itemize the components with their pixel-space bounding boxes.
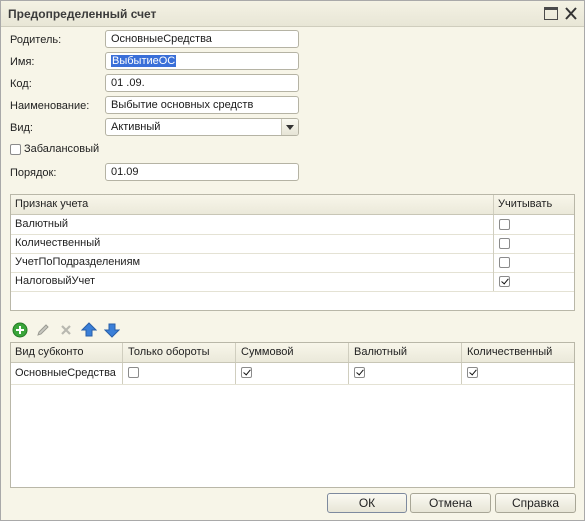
edit-icon[interactable]	[35, 322, 51, 338]
type-label: Вид:	[10, 122, 33, 134]
table-row[interactable]: УчетПоПодразделениям	[11, 253, 574, 273]
type-select[interactable]: Активный	[105, 118, 299, 136]
subconto-table-header: Вид субконто Только обороты Суммовой Вал…	[11, 343, 574, 363]
code-field[interactable]: 01 .09.	[105, 74, 299, 92]
currency-checkbox[interactable]	[354, 367, 365, 378]
feature-name: НалоговыйУчет	[15, 275, 96, 287]
description-value: Выбытие основных средств	[111, 99, 254, 111]
parent-label: Родитель:	[10, 34, 62, 46]
order-field[interactable]: 01.09	[105, 163, 299, 181]
table-row[interactable]: Валютный	[11, 215, 574, 235]
move-down-icon[interactable]	[103, 322, 121, 338]
feature-name: Количественный	[15, 237, 101, 249]
order-value: 01.09	[111, 166, 139, 178]
help-button[interactable]: Справка	[495, 493, 576, 513]
offbalance-label: Забалансовый	[24, 143, 100, 155]
subconto-col-turnover: Только обороты	[128, 346, 210, 358]
feature-use-checkbox[interactable]	[499, 219, 510, 230]
description-label: Наименование:	[10, 100, 90, 112]
feature-name: УчетПоПодразделениям	[15, 256, 141, 268]
move-up-icon[interactable]	[80, 322, 98, 338]
features-table-header: Признак учета Учитывать	[11, 195, 574, 215]
code-label: Код:	[10, 78, 32, 90]
close-icon[interactable]	[564, 7, 578, 20]
window-title: Предопределенный счет	[8, 7, 157, 21]
quantity-checkbox[interactable]	[467, 367, 478, 378]
sum-checkbox[interactable]	[241, 367, 252, 378]
features-col-use: Учитывать	[498, 198, 553, 210]
table-row[interactable]: НалоговыйУчет	[11, 272, 574, 292]
name-label: Имя:	[10, 56, 35, 68]
add-icon[interactable]	[12, 322, 28, 338]
offbalance-checkbox[interactable]	[10, 144, 21, 155]
order-label: Порядок:	[10, 167, 57, 179]
feature-name: Валютный	[15, 218, 69, 230]
name-value: ВыбытиеОС	[111, 55, 177, 67]
ok-button[interactable]: ОК	[327, 493, 407, 513]
table-row[interactable]: Количественный	[11, 234, 574, 254]
table-row[interactable]: ОсновныеСредства	[11, 363, 574, 385]
feature-use-checkbox[interactable]	[499, 238, 510, 249]
subconto-col-type: Вид субконто	[15, 346, 84, 358]
dialog-window: Предопределенный счет Родитель: Основные…	[0, 0, 585, 521]
subconto-name: ОсновныеСредства	[15, 367, 116, 379]
subconto-col-sum: Суммовой	[241, 346, 294, 358]
feature-use-checkbox[interactable]	[499, 276, 510, 287]
parent-value: ОсновныеСредства	[111, 33, 212, 45]
delete-icon[interactable]	[58, 322, 74, 338]
features-table[interactable]: Признак учета Учитывать Валютный Количес…	[10, 194, 575, 311]
type-value: Активный	[111, 121, 161, 133]
turnover-only-checkbox[interactable]	[128, 367, 139, 378]
features-col-name: Признак учета	[15, 198, 89, 210]
code-value: 01 .09.	[111, 77, 145, 89]
name-field[interactable]: ВыбытиеОС	[105, 52, 299, 70]
subconto-col-quantity: Количественный	[467, 346, 553, 358]
chevron-down-icon[interactable]	[281, 119, 298, 135]
description-field[interactable]: Выбытие основных средств	[105, 96, 299, 114]
feature-use-checkbox[interactable]	[499, 257, 510, 268]
maximize-icon[interactable]	[544, 7, 558, 20]
title-bar: Предопределенный счет	[1, 1, 584, 27]
subconto-col-currency: Валютный	[354, 346, 408, 358]
parent-field[interactable]: ОсновныеСредства	[105, 30, 299, 48]
cancel-button[interactable]: Отмена	[410, 493, 491, 513]
subconto-table[interactable]: Вид субконто Только обороты Суммовой Вал…	[10, 342, 575, 488]
